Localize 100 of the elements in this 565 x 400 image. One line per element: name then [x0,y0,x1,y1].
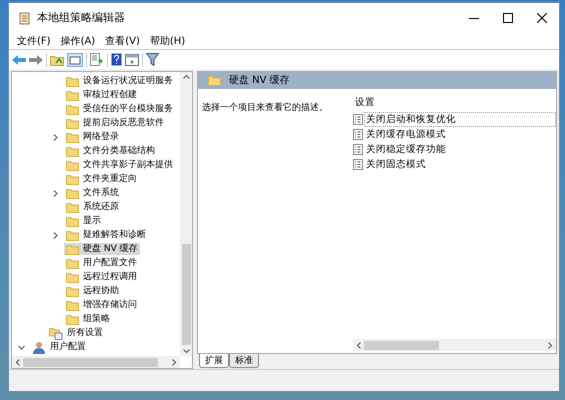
folder-icon [66,216,79,226]
folder-icon [66,104,79,114]
tree-item-label: 文件夹重定向 [83,173,137,185]
tree-item[interactable]: 增强存储访问 [64,299,139,311]
tree-item-label: 文件共享影子副本提供 [83,159,173,171]
scroll-right-icon[interactable] [548,342,553,348]
tree-item[interactable]: 受信任的平台模块服务 [64,103,175,115]
tree-item[interactable]: 网络登录 [64,131,121,143]
back-arrow-icon[interactable] [12,54,26,66]
tree-item[interactable]: 显示 [64,215,103,227]
tree-item-label: 用户配置 [50,341,86,353]
tree-item[interactable]: 文件系统 [64,187,121,199]
folder-icon [66,146,79,156]
setting-icon [353,159,363,170]
scroll-left-icon[interactable] [15,358,20,366]
tree-item[interactable]: 用户配置文件 [64,257,139,269]
tree-item[interactable]: 疑难解答和诊断 [64,229,148,241]
folder-icon [66,188,79,198]
tree-item[interactable]: 硬盘 NV 缓存 [64,243,140,255]
setting-item[interactable]: 关闭启动和恢复优化 [364,112,556,128]
folder-icon [66,174,79,184]
tree-item[interactable]: 文件分类基础结构 [64,145,157,157]
folder-icon [66,258,79,268]
scroll-left-icon[interactable] [356,342,361,348]
tree-item-label: 设备运行状况证明服务 [83,75,173,87]
menu-item[interactable]: 帮助(H) [146,34,190,48]
window-title: 本地组策略编辑器 [37,10,125,26]
tree-item-label: 提前启动反恶意软件 [83,117,164,129]
tree-item[interactable]: 组策略 [64,313,112,325]
horizontal-scrollbar[interactable] [12,356,180,368]
tree-item[interactable]: 所有设置 [47,326,105,340]
scroll-right-icon[interactable] [172,358,177,366]
view-tab[interactable]: 扩展 [199,354,229,368]
folder-icon [66,244,79,254]
tree-item[interactable]: 文件夹重定向 [64,173,139,185]
setting-item[interactable]: 关闭缓存电源模式 [364,127,556,142]
tree-item-label: 远程协助 [83,285,119,297]
chevron-right-icon[interactable] [52,134,59,140]
folder-icon [66,118,79,128]
chevron-right-icon[interactable] [52,232,59,238]
help-icon[interactable] [111,53,122,66]
tree-item[interactable]: 用户配置 [30,340,88,354]
tree-item-label: 受信任的平台模块服务 [83,103,173,115]
tree-item-label: 文件分类基础结构 [83,145,155,157]
scroll-icon [19,12,31,24]
chevron-right-icon[interactable] [52,190,59,196]
tree-item-label: 硬盘 NV 缓存 [83,243,138,255]
setting-item[interactable]: 关闭稳定缓存功能 [364,142,556,158]
tree-item-label: 显示 [83,215,101,227]
tree-item-label: 网络登录 [83,131,119,143]
export-list-icon[interactable] [90,53,104,66]
tree-item-label: 文件系统 [83,187,119,199]
tree-item[interactable]: 审核过程创建 [64,89,139,101]
close-icon [537,13,547,23]
column-header[interactable]: 设置 [353,96,375,110]
folder-icon [66,90,79,100]
panel-icon[interactable] [67,52,83,66]
tree-item[interactable]: 远程协助 [64,285,121,297]
view-tab[interactable]: 标准 [229,354,259,368]
scroll-thumb[interactable] [182,244,190,345]
tree-item[interactable]: 设备运行状况证明服务 [64,75,175,87]
folder-up-icon[interactable] [50,54,64,66]
folder-icon [66,300,79,310]
folder-icon [66,76,79,86]
tree-item[interactable]: 系统还原 [64,201,121,213]
menu-item[interactable]: 文件(F) [13,34,55,48]
vertical-scrollbar[interactable] [180,72,192,356]
tree-item-label: 组策略 [83,313,110,325]
setting-item[interactable]: 关闭固态模式 [364,157,556,172]
settings-folder-icon [49,326,63,340]
setting-icon [353,144,363,156]
menu-item[interactable]: 查看(V) [101,34,144,48]
scroll-thumb[interactable] [364,340,439,350]
folder-icon [66,132,79,142]
scroll-thumb[interactable] [23,358,158,366]
chevron-down-icon[interactable] [18,344,25,350]
tree-item[interactable]: 远程过程调用 [64,271,139,283]
tree-item-label: 用户配置文件 [83,257,137,269]
user-icon [32,340,46,354]
tree-item[interactable]: 文件共享影子副本提供 [64,159,175,171]
scroll-up-icon[interactable] [182,74,190,79]
filter-icon[interactable] [146,53,159,66]
folder-icon [66,314,79,324]
tree-item-label: 审核过程创建 [83,89,137,101]
folder-icon [66,230,79,240]
pane-icon[interactable] [125,54,139,66]
folder-icon [66,272,79,282]
horizontal-scrollbar[interactable] [353,339,556,351]
description-text: 选择一个项目来查看它的描述。 [202,103,328,113]
folder-icon [66,160,79,170]
setting-icon [353,114,363,126]
details-title: 硬盘 NV 缓存 [229,74,290,88]
menu-item[interactable]: 操作(A) [56,34,100,48]
setting-icon [353,129,363,140]
tree-item-label: 系统还原 [83,201,119,213]
folder-icon [208,75,221,86]
tree-item[interactable]: 提前启动反恶意软件 [64,117,166,129]
tree-item-label: 疑难解答和诊断 [83,229,146,241]
scroll-down-icon[interactable] [182,349,190,354]
forward-arrow-icon[interactable] [29,54,43,66]
